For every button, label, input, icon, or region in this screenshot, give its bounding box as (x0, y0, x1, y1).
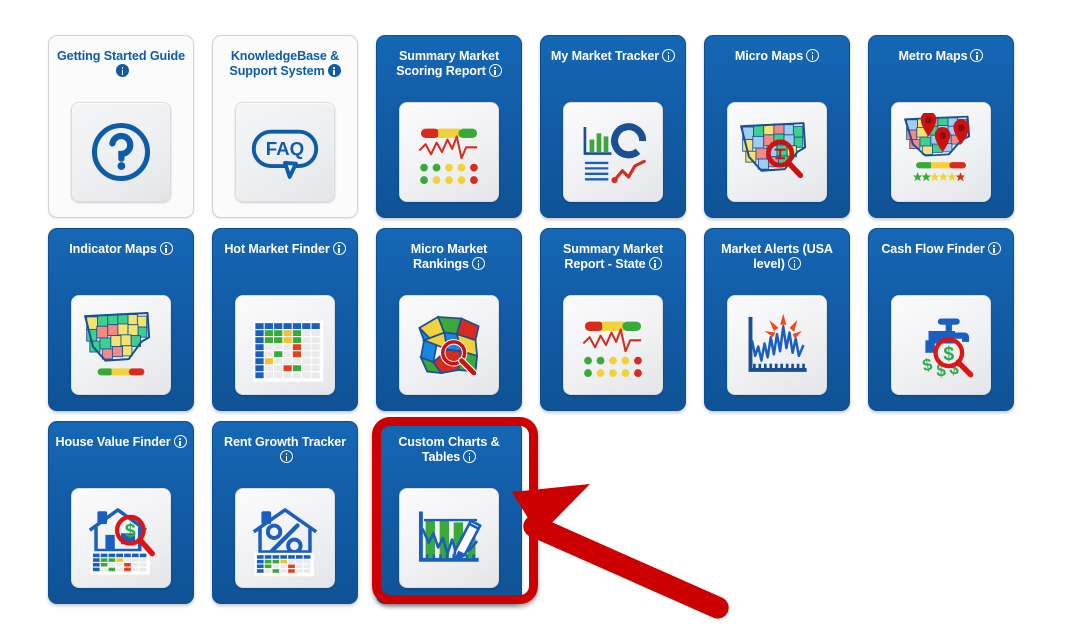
tool-tile-label-text: Summary Market Scoring Report (396, 49, 500, 78)
faq-speech-bubble-icon[interactable]: FAQ (235, 102, 335, 202)
info-icon[interactable] (471, 257, 485, 270)
tool-tile[interactable]: Market Alerts (USA level) (704, 228, 850, 411)
tool-tile-label-text: My Market Tracker (550, 49, 660, 63)
info-icon[interactable] (970, 49, 984, 62)
tool-tile-label: Summary Market Report - State (546, 242, 680, 274)
svg-text:$: $ (125, 520, 136, 542)
tool-tile[interactable]: Micro Market Rankings (376, 228, 522, 411)
tool-tile-label: Indicator Maps (54, 242, 188, 274)
market-tracker-icon[interactable] (563, 102, 663, 202)
svg-text:$: $ (943, 343, 954, 365)
tool-tile-label: Summary Market Scoring Report (382, 49, 516, 81)
usa-map-pins-icon[interactable] (891, 102, 991, 202)
heatmap-grid-icon[interactable] (235, 295, 335, 395)
tool-tile-label: Metro Maps (874, 49, 1008, 81)
info-icon[interactable] (806, 49, 820, 62)
info-icon[interactable] (332, 242, 346, 255)
info-icon[interactable] (280, 450, 293, 463)
info-icon[interactable] (488, 64, 502, 77)
tool-tile-grid: Getting Started Guide KnowledgeBase & Sup… (0, 0, 1080, 632)
region-polygons-magnifier-icon[interactable] (399, 295, 499, 395)
tool-tile-label: My Market Tracker (546, 49, 680, 81)
tool-tile[interactable]: Custom Charts & Tables (376, 421, 522, 604)
tool-tile[interactable]: Micro Maps (704, 35, 850, 218)
question-mark-circle-icon[interactable] (71, 102, 171, 202)
info-icon[interactable] (173, 435, 187, 448)
tool-tile-label: Custom Charts & Tables (382, 435, 516, 467)
info-icon[interactable] (987, 242, 1001, 255)
tool-tile-label-text: KnowledgeBase & Support System (229, 49, 340, 78)
tile-row: House Value Finder $ Rent Growth Tracker Cu… (48, 421, 1080, 604)
tile-row: Getting Started Guide KnowledgeBase & Sup… (48, 35, 1080, 218)
tool-tile-label: Getting Started Guide (54, 49, 188, 81)
tool-tile[interactable]: KnowledgeBase & Support System FAQ (212, 35, 358, 218)
tile-row: Indicator Maps Hot Market Finder Micro Mar… (48, 228, 1080, 411)
alert-spike-chart-icon[interactable] (727, 295, 827, 395)
tool-tile[interactable]: Indicator Maps (48, 228, 194, 411)
info-icon[interactable] (662, 49, 676, 62)
tool-tile-label: Market Alerts (USA level) (710, 242, 844, 274)
tool-tile[interactable]: My Market Tracker (540, 35, 686, 218)
tool-tile-label-text: House Value Finder (55, 435, 171, 449)
info-icon[interactable] (116, 64, 129, 77)
svg-text:FAQ: FAQ (266, 138, 304, 159)
tool-tile[interactable]: Rent Growth Tracker (212, 421, 358, 604)
tool-tile-label: Rent Growth Tracker (218, 435, 352, 467)
tool-tile-label: Hot Market Finder (218, 242, 352, 274)
tool-tile[interactable]: Hot Market Finder (212, 228, 358, 411)
house-dollar-magnifier-icon[interactable]: $ (71, 488, 171, 588)
tool-tile-label-text: Micro Maps (734, 49, 804, 63)
info-icon[interactable] (327, 64, 341, 77)
tool-tile-label-text: Metro Maps (898, 49, 968, 63)
tool-tile[interactable]: House Value Finder $ (48, 421, 194, 604)
svg-text:$: $ (921, 354, 935, 376)
tool-tile-label-text: Cash Flow Finder (881, 242, 985, 256)
tool-tile-label-text: Indicator Maps (69, 242, 157, 256)
usa-map-magnifier-icon[interactable] (727, 102, 827, 202)
tool-tile-label-text: Market Alerts (USA level) (721, 242, 833, 271)
tool-tile[interactable]: Summary Market Report - State (540, 228, 686, 411)
tool-tile-label: Micro Market Rankings (382, 242, 516, 274)
tool-tile[interactable]: Cash Flow Finder $ $ $ $ (868, 228, 1014, 411)
info-icon[interactable] (787, 257, 801, 270)
info-icon[interactable] (648, 257, 662, 270)
tool-tile-label-text: Custom Charts & Tables (398, 435, 500, 464)
scoring-report-icon[interactable] (399, 102, 499, 202)
tool-tile[interactable]: Getting Started Guide (48, 35, 194, 218)
tool-tile-label-text: Summary Market Report - State (562, 242, 664, 271)
tool-tile-label-text: Getting Started Guide (56, 49, 186, 63)
tool-tile-label: Micro Maps (710, 49, 844, 81)
tool-tile-label: KnowledgeBase & Support System (218, 49, 352, 81)
tool-tile[interactable]: Summary Market Scoring Report (376, 35, 522, 218)
tool-tile-label-text: Rent Growth Tracker (224, 435, 346, 449)
tool-tile-label: House Value Finder (54, 435, 188, 467)
tool-tile-label: Cash Flow Finder (874, 242, 1008, 274)
house-percent-table-icon[interactable] (235, 488, 335, 588)
usa-map-indicator-icon[interactable] (71, 295, 171, 395)
faucet-dollars-magnifier-icon[interactable]: $ $ $ $ (891, 295, 991, 395)
info-icon[interactable] (159, 242, 173, 255)
tool-tile-label-text: Hot Market Finder (224, 242, 330, 256)
tool-tile[interactable]: Metro Maps (868, 35, 1014, 218)
scoring-report-icon[interactable] (563, 295, 663, 395)
info-icon[interactable] (463, 450, 477, 463)
custom-chart-pencil-icon[interactable] (399, 488, 499, 588)
